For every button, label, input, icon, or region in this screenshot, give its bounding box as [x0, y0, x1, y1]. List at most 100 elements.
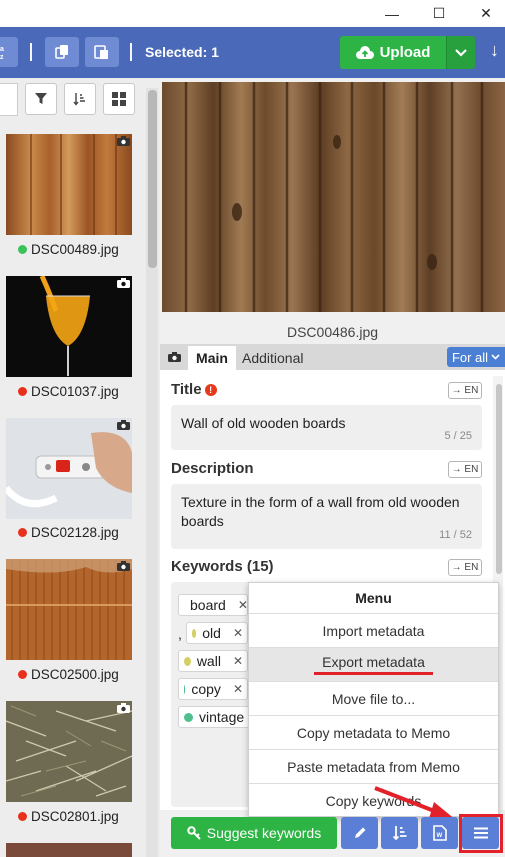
- upload-button[interactable]: Upload: [340, 36, 446, 69]
- menu-item-export-metadata[interactable]: Export metadata: [249, 648, 498, 682]
- warning-icon: !: [204, 384, 217, 396]
- chevron-down-icon: [491, 354, 500, 360]
- tab-additional[interactable]: Additional: [242, 350, 304, 366]
- svg-text:W: W: [436, 833, 442, 839]
- camera-icon: [117, 136, 130, 146]
- toolbar-divider: [30, 43, 32, 61]
- key-search-icon: [187, 826, 201, 840]
- gallery-item-name: DSC02801.jpg: [18, 809, 119, 824]
- status-dot: [18, 670, 27, 679]
- gallery-item-name: DSC02500.jpg: [18, 667, 119, 682]
- title-field[interactable]: Wall of old wooden boards 5 / 25: [171, 405, 482, 450]
- gallery-thumbnail[interactable]: [6, 559, 132, 660]
- paste-button[interactable]: [85, 37, 119, 67]
- translate-keywords-button[interactable]: → EN: [448, 559, 482, 576]
- description-label: Description: [171, 460, 254, 477]
- pencil-icon: [354, 827, 365, 838]
- translate-title-button[interactable]: → EN: [448, 382, 482, 399]
- export-metadata-label: Export metadata: [314, 654, 433, 675]
- chevron-down-icon: [455, 48, 467, 57]
- gallery-scrollbar-thumb[interactable]: [148, 90, 157, 268]
- title-char-count: 5 / 25: [444, 430, 472, 442]
- sort-az-icon: az: [0, 46, 4, 60]
- gallery-search-input[interactable]: [0, 83, 18, 116]
- gallery-item-name: DSC01037.jpg: [18, 384, 119, 399]
- keywords-label: Keywords (15): [171, 558, 274, 575]
- remove-keyword-icon[interactable]: ✕: [233, 626, 243, 640]
- for-all-label: For all: [451, 349, 489, 365]
- menu-title: Menu: [249, 583, 498, 614]
- maximize-button[interactable]: ☐: [421, 0, 457, 27]
- keyword-dot: [192, 628, 197, 638]
- keyword-text: copy: [191, 681, 221, 697]
- menu-item-copy-metadata[interactable]: Copy metadata to Memo: [249, 716, 498, 750]
- gallery-thumbnail[interactable]: [6, 418, 132, 519]
- keyword-dot: [184, 684, 186, 694]
- menu-item-paste-metadata[interactable]: Paste metadata from Memo: [249, 750, 498, 784]
- remove-keyword-icon[interactable]: ✕: [238, 598, 248, 612]
- power-strip-image: [6, 418, 132, 519]
- keyword-text: board: [190, 597, 226, 613]
- remove-keyword-icon[interactable]: ✕: [233, 682, 243, 696]
- copy-icon: [55, 45, 68, 59]
- gallery-thumbnail[interactable]: [6, 701, 132, 802]
- keyword-chip[interactable]: board ✕: [178, 594, 248, 616]
- grid-view-button[interactable]: [103, 83, 135, 115]
- status-dot: [18, 812, 27, 821]
- keyword-text: old: [202, 625, 221, 641]
- wood-planks-image: [6, 134, 132, 235]
- edit-button[interactable]: [341, 817, 378, 849]
- keyword-chip[interactable]: vintage: [178, 706, 250, 728]
- filter-button[interactable]: [25, 83, 57, 115]
- camera-icon: [117, 420, 130, 430]
- gallery-thumbnail[interactable]: [6, 276, 132, 377]
- filter-icon: [35, 93, 47, 104]
- svg-text:z: z: [0, 54, 4, 60]
- keyword-chip[interactable]: copy ✕: [178, 678, 248, 700]
- file-name: DSC02801.jpg: [31, 809, 119, 824]
- paste-icon: [94, 45, 108, 59]
- translate-description-button[interactable]: → EN: [448, 461, 482, 478]
- camera-icon: [167, 352, 181, 362]
- sort-keywords-button[interactable]: [381, 817, 418, 849]
- gallery-item-name: DSC00489.jpg: [18, 242, 119, 257]
- document-icon: W: [432, 825, 447, 841]
- word-export-button[interactable]: W: [421, 817, 458, 849]
- status-dot: [18, 387, 27, 396]
- menu-item-import-metadata[interactable]: Import metadata: [249, 614, 498, 648]
- tabs-bar: Main Additional For all: [160, 344, 505, 370]
- upload-dropdown-button[interactable]: [446, 36, 475, 69]
- description-field[interactable]: Texture in the form of a wall from old w…: [171, 484, 482, 549]
- file-name: DSC02128.jpg: [31, 525, 119, 540]
- file-name: DSC02500.jpg: [31, 667, 119, 682]
- gallery-thumbnail[interactable]: [6, 134, 132, 235]
- gallery-panel: DSC00489.jpg DSC01037.jpg DSC02128.jpg D…: [0, 78, 160, 857]
- sort-az-button[interactable]: az: [0, 37, 18, 67]
- close-button[interactable]: ✕: [468, 0, 504, 27]
- copy-button[interactable]: [45, 37, 79, 67]
- toolbar: az Selected: 1 Upload ↓: [0, 27, 505, 78]
- cloud-upload-icon: [355, 45, 374, 59]
- tab-photo[interactable]: [160, 344, 188, 370]
- thumbnail-image: [6, 843, 132, 857]
- description-value: Texture in the form of a wall from old w…: [181, 494, 460, 529]
- keyword-chip[interactable]: old ✕: [186, 622, 248, 644]
- gallery-item-name: DSC02128.jpg: [18, 525, 119, 540]
- tab-main[interactable]: Main: [188, 346, 236, 370]
- status-dot: [18, 528, 27, 537]
- menu-item-move-file[interactable]: Move file to...: [249, 682, 498, 716]
- title-value: Wall of old wooden boards: [181, 415, 346, 431]
- camera-icon: [117, 703, 130, 713]
- minimize-button[interactable]: —: [374, 0, 410, 27]
- sort-button[interactable]: [64, 83, 96, 115]
- form-scrollbar-thumb[interactable]: [496, 384, 502, 574]
- for-all-dropdown[interactable]: For all: [447, 347, 505, 367]
- remove-keyword-icon[interactable]: ✕: [233, 654, 243, 668]
- preview-filename: DSC00486.jpg: [286, 324, 379, 340]
- download-icon[interactable]: ↓: [490, 40, 499, 61]
- suggest-keywords-button[interactable]: Suggest keywords: [171, 817, 337, 849]
- keyword-chip[interactable]: wall ✕: [178, 650, 248, 672]
- gallery-thumbnail[interactable]: [6, 843, 132, 857]
- upload-label: Upload: [379, 44, 431, 61]
- bamboo-mat-image: [6, 559, 132, 660]
